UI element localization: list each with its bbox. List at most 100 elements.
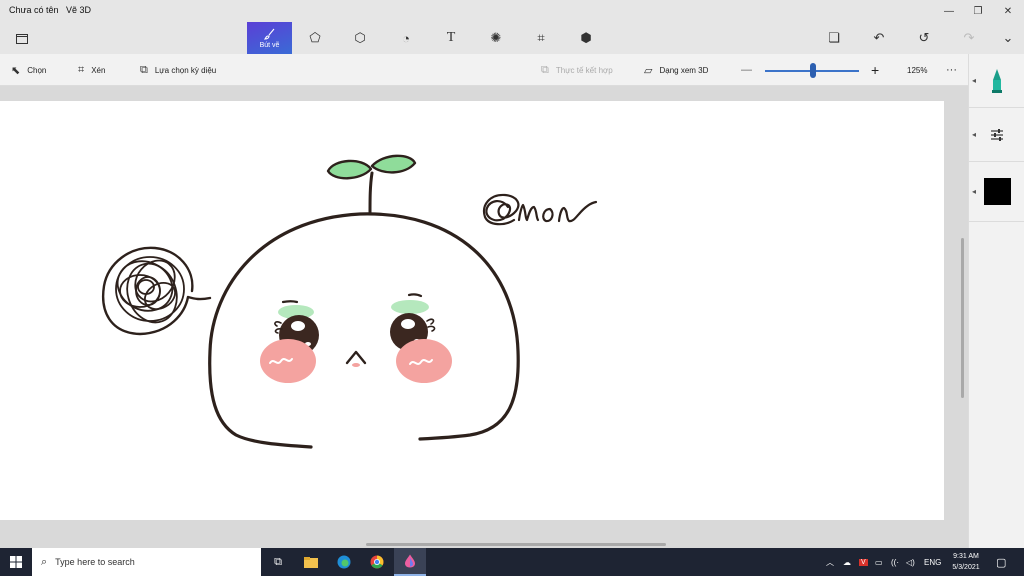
chevron-left-icon: ◂ xyxy=(972,187,977,196)
cursor-icon: ⬉ xyxy=(11,64,21,77)
expand-ribbon-button[interactable]: ⌄ xyxy=(986,22,1024,54)
zoom-out-button[interactable]: — xyxy=(741,54,752,86)
title-bar: Chưa có tên Vẽ 3D — ❐ ✕ xyxy=(0,0,1024,22)
mixed-reality-button[interactable]: ⧉ Thực tế kết hợp xyxy=(541,54,613,86)
brush-type-section[interactable]: ◂ xyxy=(969,54,1024,108)
brush-icon xyxy=(263,28,274,40)
show-hidden-icons-button[interactable]: ︿ xyxy=(826,548,834,576)
redo-button[interactable]: ↷ xyxy=(947,22,991,54)
horizontal-scrollbar[interactable] xyxy=(366,543,666,546)
taskbar: ⌕ Type here to search ⧉ ︿ ☁ V ▭ ((· ◁) E… xyxy=(0,548,1024,576)
close-button[interactable]: ✕ xyxy=(993,0,1023,22)
wifi-icon[interactable]: ((· xyxy=(891,548,899,576)
undo-icon: ↶ xyxy=(873,30,885,45)
paste-icon: ❏ xyxy=(828,30,840,45)
more-options-button[interactable]: ··· xyxy=(946,54,957,86)
mixed-reality-label: Thực tế kết hợp xyxy=(555,65,613,75)
zoom-level: 125% xyxy=(907,65,928,75)
sun-icon: ✺ xyxy=(490,30,502,45)
zoom-slider-thumb[interactable] xyxy=(810,63,816,78)
menu-button[interactable] xyxy=(0,22,44,54)
drawing-canvas[interactable] xyxy=(0,101,944,520)
paste-button[interactable]: ❏ xyxy=(812,22,856,54)
sticker-icon: ◔ xyxy=(402,30,410,46)
folder-icon xyxy=(304,556,318,568)
file-explorer-button[interactable] xyxy=(295,548,327,576)
crop-icon: ⌗ xyxy=(78,63,85,76)
crop-label: Xén xyxy=(91,65,106,75)
magic-select-label: Lựa chọn kỳ diệu xyxy=(154,65,217,75)
select-label: Chọn xyxy=(27,65,47,75)
more-icon: ··· xyxy=(946,64,957,76)
plus-icon: + xyxy=(871,62,880,78)
chrome-icon xyxy=(370,555,384,569)
canvas-icon: ⌗ xyxy=(537,30,545,45)
3d-view-label: Dạng xem 3D xyxy=(659,65,709,75)
chrome-button[interactable] xyxy=(361,548,393,576)
mixed-reality-icon: ⧉ xyxy=(541,63,549,76)
canvas-button[interactable]: ⌗ xyxy=(519,22,563,54)
task-view-button[interactable]: ⧉ xyxy=(262,548,294,576)
app-name: Vẽ 3D xyxy=(66,5,92,15)
color-section[interactable]: ◂ xyxy=(969,162,1024,222)
windows-icon xyxy=(10,556,22,568)
handwriting-mon xyxy=(482,193,598,226)
chevron-left-icon: ◂ xyxy=(972,130,977,139)
vertical-scrollbar[interactable] xyxy=(961,238,964,398)
shapes-2d-icon: ⬠ xyxy=(309,30,321,45)
search-placeholder: Type here to search xyxy=(55,557,135,567)
redo-icon: ↷ xyxy=(963,30,975,45)
notifications-button[interactable]: ▢ xyxy=(996,548,1006,576)
paint3d-taskbar-button[interactable] xyxy=(394,548,426,576)
cube-icon: ⬡ xyxy=(354,30,366,45)
battery-icon[interactable]: ▭ xyxy=(875,548,883,576)
marker-icon xyxy=(992,68,1002,93)
antivirus-tray-button[interactable]: V xyxy=(859,548,868,576)
crop-tool[interactable]: ⌗ Xén xyxy=(78,54,105,86)
magic-select-icon: ⧉ xyxy=(140,63,148,76)
language-indicator[interactable]: ENG xyxy=(924,548,941,576)
3d-library-button[interactable]: ⬢ xyxy=(564,22,608,54)
chevron-down-icon: ⌄ xyxy=(1002,30,1014,45)
zoom-in-button[interactable]: + xyxy=(871,54,879,86)
paint3d-icon xyxy=(405,554,415,568)
3d-shapes-button[interactable]: ⬡ xyxy=(338,22,382,54)
stickers-button[interactable]: ◔ xyxy=(384,22,428,54)
taskbar-clock[interactable]: 9:31 AM 5/3/2021 xyxy=(948,551,984,573)
antivirus-icon: V xyxy=(859,558,868,566)
select-tool[interactable]: ⬉ Chọn xyxy=(11,54,46,86)
taskbar-search-box[interactable]: ⌕ Type here to search xyxy=(32,548,261,576)
edge-button[interactable] xyxy=(328,548,360,576)
effects-button[interactable]: ✺ xyxy=(474,22,518,54)
chevron-up-icon: ︿ xyxy=(826,557,834,567)
selected-color-swatch[interactable] xyxy=(983,178,1011,205)
text-icon: T xyxy=(446,30,456,45)
search-icon: ⌕ xyxy=(41,555,48,568)
3d-view-button[interactable]: ▱ Dạng xem 3D xyxy=(644,54,708,86)
clock-time: 9:31 AM xyxy=(953,553,979,560)
undo-button[interactable]: ↶ xyxy=(857,22,901,54)
history-icon: ↺ xyxy=(918,30,930,45)
brushes-button[interactable]: Bút vẽ xyxy=(247,22,292,54)
history-button[interactable]: ↺ xyxy=(902,22,946,54)
task-view-icon: ⧉ xyxy=(274,555,282,568)
notification-icon: ▢ xyxy=(996,556,1007,569)
3d-view-icon: ▱ xyxy=(644,64,653,77)
main-ribbon: Bút vẽ ⬠ ⬡ ◔ T ✺ ⌗ ⬢ ❏ ↶ ↺ ↷ ⌄ xyxy=(0,22,1024,54)
start-button[interactable] xyxy=(0,548,32,576)
brushes-label: Bút vẽ xyxy=(259,41,280,49)
drawing-artwork xyxy=(101,154,598,449)
minimize-button[interactable]: — xyxy=(934,0,964,22)
onedrive-icon[interactable]: ☁ xyxy=(843,548,851,576)
folder-icon xyxy=(16,33,28,44)
right-leaf xyxy=(370,154,417,174)
volume-icon[interactable]: ◁) xyxy=(906,548,915,576)
text-button[interactable]: T xyxy=(429,22,473,54)
minus-icon: — xyxy=(741,64,752,76)
left-leaf xyxy=(326,159,373,180)
edge-icon xyxy=(337,555,351,569)
magic-select-tool[interactable]: ⧉ Lựa chọn kỳ diệu xyxy=(140,54,216,86)
maximize-button[interactable]: ❐ xyxy=(963,0,993,22)
brush-settings-section[interactable]: ◂ xyxy=(969,108,1024,162)
2d-shapes-button[interactable]: ⬠ xyxy=(293,22,337,54)
